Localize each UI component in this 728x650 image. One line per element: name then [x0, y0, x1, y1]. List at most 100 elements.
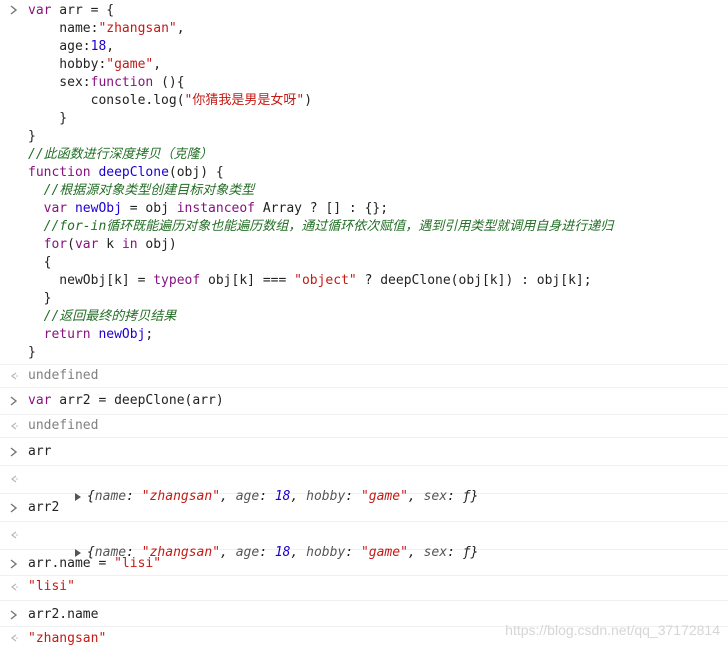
code-token: in: [122, 237, 138, 252]
console-input-entry[interactable]: var arr = { name:"zhangsan", age:18, hob…: [0, 0, 728, 365]
code-line: //for-in循环既能遍历对象也能遍历数组，通过循环依次赋值，遇到引用类型就调…: [28, 218, 728, 236]
input-prompt-icon: [8, 395, 20, 407]
code-token: var: [28, 393, 51, 408]
code-token: }: [28, 111, 67, 126]
code-token: ? deepClone(obj[k]) : obj[k];: [357, 273, 592, 288]
code-token: [28, 201, 44, 216]
code-token: [28, 309, 44, 324]
input-prompt-icon: [8, 446, 20, 458]
code-line: return newObj;: [28, 326, 728, 344]
code-line: hobby:"game",: [28, 56, 728, 74]
code-token: [28, 183, 44, 198]
code-token: ;: [145, 327, 153, 342]
console-result-entry: undefined: [0, 415, 728, 438]
result-arrow-icon: [8, 632, 20, 644]
console-result-entry[interactable]: {name: "zhangsan", age: 18, hobby: "game…: [0, 522, 728, 550]
code-token: (obj) {: [169, 165, 224, 180]
code-token: for: [44, 237, 67, 252]
console-input-entry[interactable]: arr.name = "lisi": [0, 550, 728, 576]
code-token: }: [28, 291, 51, 306]
code-token: name:: [28, 21, 98, 36]
code-token: ,: [106, 39, 114, 54]
result-value: "lisi": [28, 578, 728, 596]
code-token: arr.name =: [28, 556, 114, 571]
code-token: [28, 219, 44, 234]
code-token: instanceof: [177, 201, 255, 216]
code-token: (: [67, 237, 75, 252]
code-token: newObj: [75, 201, 122, 216]
code-token: obj[k] ===: [200, 273, 294, 288]
result-arrow-icon: [8, 529, 20, 541]
code-line: }: [28, 128, 728, 146]
code-line: name:"zhangsan",: [28, 20, 728, 38]
code-token: //返回最终的拷贝结果: [44, 309, 177, 324]
code-token: //此函数进行深度拷贝（克隆）: [28, 147, 213, 162]
input-code-line: arr.name = "lisi": [28, 555, 728, 573]
code-line: function deepClone(obj) {: [28, 164, 728, 182]
result-arrow-icon: [8, 473, 20, 485]
code-line: console.log("你猜我是男是女呀"): [28, 92, 728, 110]
code-line: for(var k in obj): [28, 236, 728, 254]
code-token: [28, 327, 44, 342]
code-token: ,: [153, 57, 161, 72]
code-token: typeof: [153, 273, 200, 288]
console-input-entry[interactable]: arr: [0, 438, 728, 466]
code-token: age:: [28, 39, 91, 54]
result-arrow-icon: [8, 581, 20, 593]
input-prompt-icon: [8, 558, 20, 570]
code-line: var newObj = obj instanceof Array ? [] :…: [28, 200, 728, 218]
code-line: //返回最终的拷贝结果: [28, 308, 728, 326]
result-value: undefined: [28, 417, 728, 435]
object-preview[interactable]: {name: "zhangsan", age: 18, hobby: "game…: [28, 526, 728, 544]
code-line: sex:function (){: [28, 74, 728, 92]
result-value: undefined: [28, 367, 728, 385]
code-line: //根据源对象类型创建目标对象类型: [28, 182, 728, 200]
code-line: {: [28, 254, 728, 272]
code-token: sex:: [28, 75, 91, 90]
devtools-console: var arr = { name:"zhangsan", age:18, hob…: [0, 0, 728, 650]
input-code-line: arr2: [28, 499, 728, 517]
code-token: hobby:: [28, 57, 106, 72]
input-prompt-icon: [8, 502, 20, 514]
object-preview[interactable]: {name: "zhangsan", age: 18, hobby: "game…: [28, 470, 728, 488]
watermark: https://blog.csdn.net/qq_37172814: [505, 622, 720, 638]
code-token: "lisi": [114, 556, 161, 571]
code-token: "zhangsan": [98, 21, 176, 36]
code-token: {: [28, 255, 51, 270]
result-arrow-icon: [8, 370, 20, 382]
console-result-entry: undefined: [0, 365, 728, 388]
code-line: var arr = {: [28, 2, 728, 20]
code-token: var: [44, 201, 67, 216]
console-result-entry[interactable]: {name: "zhangsan", age: 18, hobby: "game…: [0, 466, 728, 494]
code-line: age:18,: [28, 38, 728, 56]
code-token: [67, 201, 75, 216]
code-token: }: [28, 345, 36, 360]
console-input-entry[interactable]: var arr2 = deepClone(arr): [0, 388, 728, 415]
code-token: var: [28, 3, 51, 18]
code-token: function: [91, 75, 154, 90]
console-input-entry[interactable]: arr2: [0, 494, 728, 522]
input-prompt-icon: [8, 4, 20, 16]
code-token: "game": [106, 57, 153, 72]
code-line: newObj[k] = typeof obj[k] === "object" ?…: [28, 272, 728, 290]
code-token: //for-in循环既能遍历对象也能遍历数组，通过循环依次赋值，遇到引用类型就调…: [44, 219, 614, 234]
code-token: ): [304, 93, 312, 108]
code-token: k: [98, 237, 121, 252]
code-token: return: [44, 327, 91, 342]
console-result-entry: "lisi": [0, 576, 728, 601]
code-token: 18: [91, 39, 107, 54]
code-token: (){: [153, 75, 184, 90]
input-code-line: arr: [28, 443, 728, 461]
code-token: function: [28, 165, 91, 180]
result-arrow-icon: [8, 420, 20, 432]
code-token: //根据源对象类型创建目标对象类型: [44, 183, 255, 198]
input-prompt-icon: [8, 609, 20, 621]
code-line: //此函数进行深度拷贝（克隆）: [28, 146, 728, 164]
code-token: = obj: [122, 201, 177, 216]
code-token: }: [28, 129, 36, 144]
code-block: var arr = { name:"zhangsan", age:18, hob…: [28, 2, 728, 362]
code-token: Array ? [] : {};: [255, 201, 388, 216]
code-token: var: [75, 237, 98, 252]
code-line: }: [28, 110, 728, 128]
code-token: obj): [138, 237, 177, 252]
